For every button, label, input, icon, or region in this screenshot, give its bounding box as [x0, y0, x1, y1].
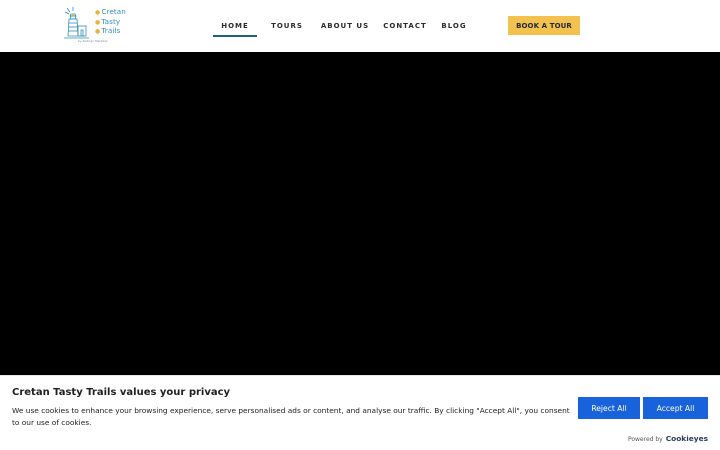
logo-line-3: Trails: [101, 26, 121, 36]
reject-all-button[interactable]: Reject All: [578, 397, 640, 419]
hero-video: [0, 52, 720, 375]
cookie-description: We use cookies to enhance your browsing …: [12, 406, 570, 427]
nav-tours[interactable]: TOURS: [261, 0, 313, 52]
nav-blog[interactable]: BLOG: [435, 0, 473, 52]
nav-home[interactable]: HOME: [213, 0, 257, 52]
logo-line-2: Tasty: [101, 16, 121, 26]
site-logo[interactable]: ●Cretan ●Tasty ●Trails by Rodrigo Mentzo…: [62, 6, 132, 46]
logo-tagline: by Rodrigo Mentzos: [78, 39, 108, 43]
powered-by-label: Powered by: [627, 436, 663, 443]
logo-line-1: Cretan: [101, 7, 126, 16]
main-nav: HOME TOURS ABOUT US CONTACT BLOG: [213, 0, 473, 52]
cookie-title: Cretan Tasty Trails values your privacy: [12, 387, 231, 398]
accept-all-button[interactable]: Accept All: [643, 397, 708, 419]
logo-wordmark: ●Cretan ●Tasty ●Trails: [95, 7, 126, 36]
cookie-consent-banner: Cretan Tasty Trails values your privacy …: [0, 375, 720, 450]
nav-about-us[interactable]: ABOUT US: [313, 0, 377, 52]
cookieyes-logo: Cookieyes: [665, 434, 708, 443]
book-a-tour-button[interactable]: BOOK A TOUR: [508, 16, 580, 35]
nav-contact[interactable]: CONTACT: [377, 0, 433, 52]
site-header: ●Cretan ●Tasty ●Trails by Rodrigo Mentzo…: [0, 0, 720, 52]
powered-by[interactable]: Powered by Cookieyes: [628, 434, 708, 443]
lighthouse-icon: [64, 7, 89, 39]
